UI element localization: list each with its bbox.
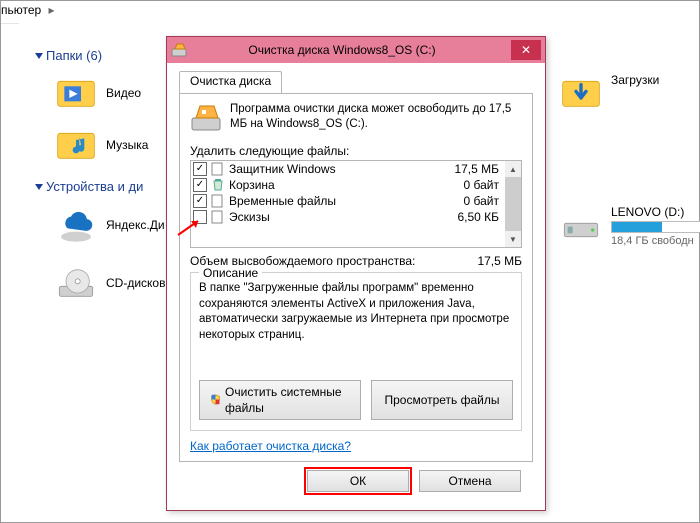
button-label: Очистить системные файлы <box>225 384 350 416</box>
file-row-recycle-bin[interactable]: ✓ Корзина 0 байт <box>191 177 505 193</box>
drive-label: Яндекс.Ди <box>106 218 165 232</box>
group-header-label: Папки (6) <box>46 48 102 63</box>
caret-down-icon <box>35 53 43 59</box>
drive-item-lenovo-d[interactable]: LENOVO (D:) 18,4 ГБ свободн <box>561 205 700 247</box>
drive-item-yandex-disk[interactable]: Яндекс.Ди <box>56 205 165 245</box>
scrollbar[interactable]: ▲ ▼ <box>505 161 521 247</box>
description-text: В папке "Загруженные файлы программ" вре… <box>199 281 513 370</box>
shield-icon <box>210 393 221 407</box>
file-name: Защитник Windows <box>229 162 435 176</box>
folder-item-video[interactable]: Видео <box>56 73 141 113</box>
hdd-icon <box>561 205 601 245</box>
tab-disk-cleanup[interactable]: Очистка диска <box>179 71 282 93</box>
chevron-right-icon: ▸ <box>45 3 59 17</box>
cancel-button[interactable]: Отмена <box>419 470 521 492</box>
close-button[interactable]: ✕ <box>511 40 541 60</box>
file-size: 0 байт <box>439 178 503 192</box>
scroll-up-button[interactable]: ▲ <box>505 161 521 177</box>
ok-button[interactable]: ОК <box>307 470 409 492</box>
left-pane-edge <box>1 23 19 494</box>
button-label: ОК <box>350 474 366 488</box>
how-it-works-link[interactable]: Как работает очистка диска? <box>190 439 351 453</box>
file-icon <box>211 210 225 224</box>
folder-label: Видео <box>106 86 141 100</box>
file-size: 0 байт <box>439 194 503 208</box>
file-icon <box>211 162 225 176</box>
checkbox[interactable]: ✓ <box>193 178 207 192</box>
description-legend: Описание <box>199 265 262 281</box>
close-icon: ✕ <box>521 43 531 57</box>
checkbox[interactable] <box>193 210 207 224</box>
group-header-folders[interactable]: Папки (6) <box>36 48 102 63</box>
file-row-thumbnails[interactable]: Эскизы 6,50 КБ <box>191 209 505 225</box>
file-name: Эскизы <box>229 210 435 224</box>
file-list: ✓ Защитник Windows 17,5 МБ ✓ Корзина 0 б… <box>190 160 522 248</box>
drive-label: LENOVO (D:) <box>611 205 700 219</box>
folder-item-downloads[interactable]: Загрузки <box>561 73 659 113</box>
total-value: 17,5 МБ <box>477 254 522 268</box>
scroll-thumb[interactable] <box>505 177 521 231</box>
drive-label: CD-дисков <box>106 276 165 290</box>
video-folder-icon <box>56 73 96 113</box>
button-label: Отмена <box>448 474 491 488</box>
cloud-disk-icon <box>56 205 96 245</box>
drive-item-cd[interactable]: CD-дисков <box>56 263 165 303</box>
recycle-bin-icon <box>211 178 225 192</box>
checkbox[interactable]: ✓ <box>193 194 207 208</box>
downloads-folder-icon <box>561 73 601 113</box>
checkbox[interactable]: ✓ <box>193 162 207 176</box>
drive-free-space: 18,4 ГБ свободн <box>611 235 700 247</box>
file-size: 6,50 КБ <box>439 210 503 224</box>
folder-label: Загрузки <box>611 73 659 87</box>
button-label: Просмотреть файлы <box>384 392 499 408</box>
breadcrumb[interactable]: пьютер ▸ <box>1 3 59 17</box>
dialog-titlebar[interactable]: Очистка диска Windows8_OS (C:) ✕ <box>167 37 545 63</box>
folder-label: Музыка <box>106 138 148 152</box>
group-header-devices[interactable]: Устройства и ди <box>36 179 143 194</box>
clean-system-files-button[interactable]: Очистить системные файлы <box>199 380 361 420</box>
view-files-button[interactable]: Просмотреть файлы <box>371 380 513 420</box>
description-group: Описание В папке "Загруженные файлы прог… <box>190 272 522 431</box>
file-icon <box>211 194 225 208</box>
folder-item-music[interactable]: Музыка <box>56 125 148 165</box>
dialog-title: Очистка диска Windows8_OS (C:) <box>173 43 511 57</box>
caret-down-icon <box>35 184 43 190</box>
file-name: Временные файлы <box>229 194 435 208</box>
breadcrumb-segment: пьютер <box>1 3 41 17</box>
cd-drive-icon <box>56 263 96 303</box>
group-header-label: Устройства и ди <box>46 179 143 194</box>
delete-files-label: Удалить следующие файлы: <box>190 144 522 158</box>
scroll-down-button[interactable]: ▼ <box>505 231 521 247</box>
intro-text: Программа очистки диска может освободить… <box>230 102 522 134</box>
file-row-temp-files[interactable]: ✓ Временные файлы 0 байт <box>191 193 505 209</box>
tab-panel: Программа очистки диска может освободить… <box>179 93 533 462</box>
file-size: 17,5 МБ <box>439 162 503 176</box>
disk-cleanup-dialog: Очистка диска Windows8_OS (C:) ✕ Очистка… <box>166 36 546 511</box>
file-row-defender[interactable]: ✓ Защитник Windows 17,5 МБ <box>191 161 505 177</box>
drive-usage-bar <box>611 221 700 233</box>
disk-cleanup-large-icon <box>190 102 222 134</box>
music-folder-icon <box>56 125 96 165</box>
file-name: Корзина <box>229 178 435 192</box>
